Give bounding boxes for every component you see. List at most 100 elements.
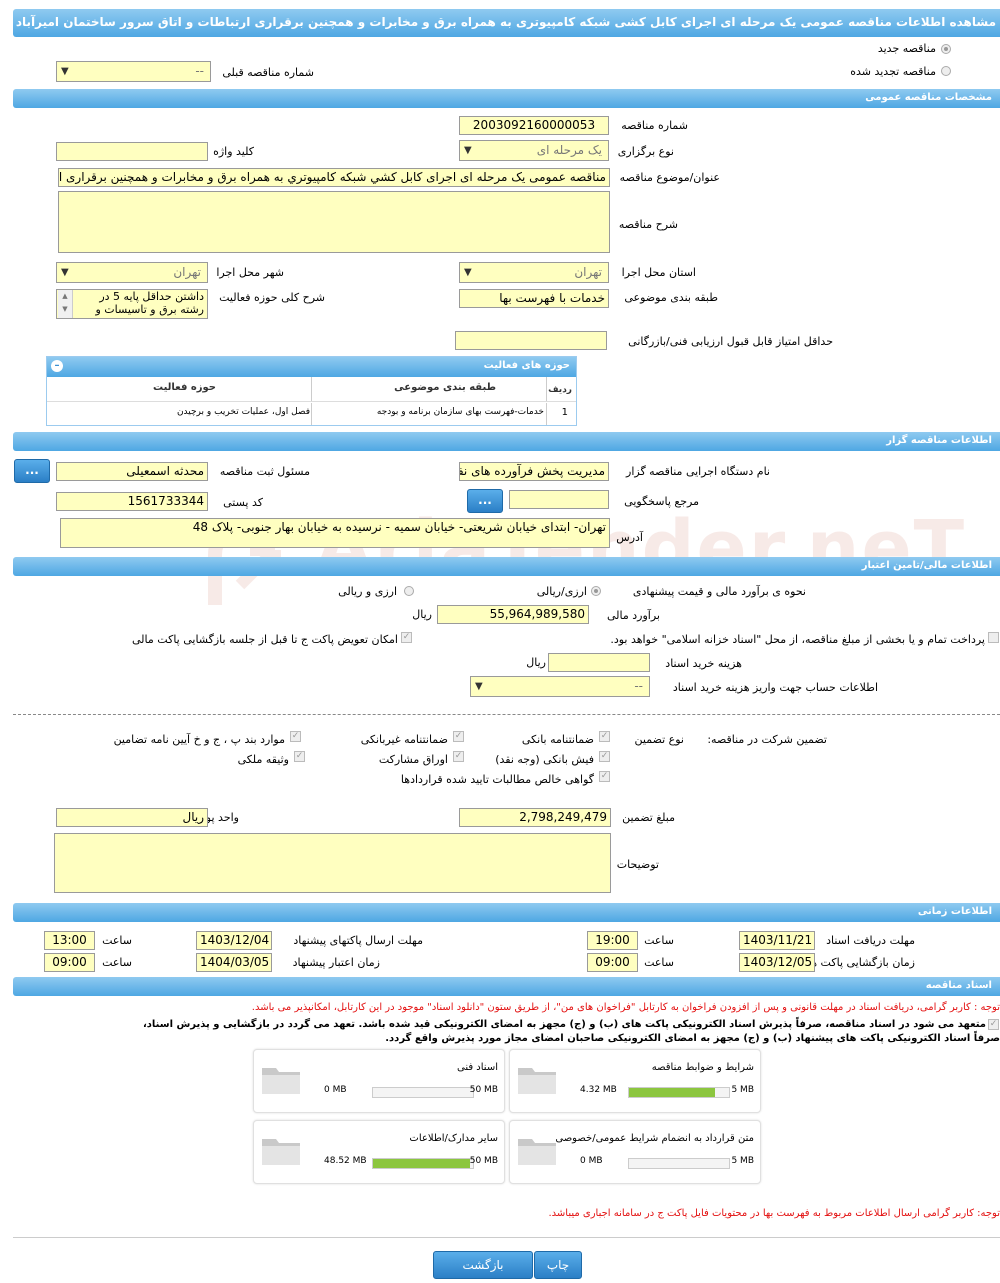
page-title: مشاهده اطلاعات مناقصه عمومی یک مرحله ای … [15, 15, 996, 29]
estimate-field: 55,964,989,580 [437, 605, 589, 624]
guarantee-label: تضمین شرکت در مناقصه: [707, 733, 827, 746]
postal-field: 1561733344 [56, 492, 208, 511]
commitment-checkbox[interactable]: ✓ [988, 1019, 999, 1030]
document-card-max: 50 MB [469, 1156, 498, 1166]
category-label: طبقه بندی موضوعی [624, 291, 718, 304]
validity-time-field: 09:00 [44, 953, 95, 972]
print-button[interactable]: چاپ [534, 1251, 582, 1279]
address-field: تهران- ابتدای خیابان شریعتی- خیابان سمیه… [60, 518, 610, 548]
province-select[interactable]: ▼ تهران [459, 262, 609, 283]
doc-cost-label: هزینه خرید اسناد [665, 657, 742, 670]
document-card[interactable]: سایر مدارک/اطلاعات 48.52 MB 50 MB [253, 1120, 505, 1184]
guarantee-option-clause: موارد بند پ ، ج و خ آیین نامه تضامین [113, 733, 285, 746]
registrar-more-button[interactable]: ... [14, 459, 50, 483]
currency-field: ریال [56, 808, 208, 827]
submit-time-field: 13:00 [44, 931, 95, 950]
postal-label: کد پستی [223, 496, 263, 509]
renewed-tender-label: مناقصه تجدید شده [850, 65, 936, 78]
document-card-max: 50 MB [469, 1085, 498, 1095]
prev-number-label: شماره مناقصه قبلی [222, 66, 314, 79]
reference-field[interactable] [509, 490, 609, 509]
subject-field[interactable]: مناقصه عمومی یک مرحله ای اجرای کابل کشي … [58, 168, 610, 187]
price-list-note: توجه: کاربر گرامی ارسال اطلاعات مربوط به… [548, 1208, 1000, 1219]
folder-icon [262, 1139, 300, 1165]
both-currency-radio[interactable] [404, 586, 414, 596]
new-tender-radio[interactable] [941, 44, 951, 54]
folder-icon [518, 1139, 556, 1165]
back-button[interactable]: بازگشت [433, 1251, 533, 1279]
guarantee-option-property: وثیقه ملکی [237, 753, 289, 766]
guarantee-bonds-checkbox[interactable]: ✓ [453, 751, 464, 762]
finance-section-header: اطلاعات مالی/تامین اعتبار [13, 557, 1000, 576]
commitment-text-2: صرفاً اسناد الکترونیکی پاکت های پیشنهاد … [385, 1033, 1000, 1044]
chevron-down-icon: ▼ [61, 267, 69, 278]
activity-desc-field[interactable]: داشتن حداقل پایه 5 در رشته برق و تاسیسات… [56, 289, 208, 319]
guarantee-amount-label: مبلغ تضمین [622, 811, 675, 824]
new-tender-label: مناقصه جدید [877, 42, 936, 55]
doc-cost-field [548, 653, 650, 672]
description-field[interactable] [58, 191, 610, 253]
registrar-field: محدثه اسمعیلی [56, 462, 208, 481]
document-card-progress [372, 1087, 474, 1098]
document-card-title: سایر مدارک/اطلاعات [409, 1133, 498, 1144]
col-field-header: حوزه فعالیت [153, 382, 216, 393]
agency-field: مدیریت پخش فرآورده های نفتی [459, 462, 609, 481]
timing-section-header: اطلاعات زمانی [13, 903, 1000, 922]
general-section-header: مشخصات مناقصه عمومی [13, 89, 1000, 108]
submit-date-field: 1403/12/04 [196, 931, 272, 950]
keyword-label: کلید واژه [213, 145, 254, 158]
chevron-down-icon: ▼ [475, 681, 483, 692]
renewed-tender-radio[interactable] [941, 66, 951, 76]
guarantee-option-claims: گواهی خالص مطالبات تایید شده قراردادها [400, 773, 594, 786]
address-label: آدرس [616, 531, 643, 544]
guarantee-cash-checkbox[interactable]: ✓ [599, 751, 610, 762]
document-card-progress [628, 1087, 730, 1098]
treasury-checkbox[interactable] [988, 632, 999, 643]
subject-label: عنوان/موضوع مناقصه [619, 171, 720, 184]
guarantee-amount-field: 2,798,249,479 [459, 808, 611, 827]
min-score-field[interactable] [455, 331, 607, 350]
tender-number-field: 2003092160000053 [459, 116, 609, 135]
col-row-header: ردیف [548, 385, 572, 395]
swap-checkbox[interactable]: ✓ [401, 632, 412, 643]
guarantee-option-nonbank: ضمانتنامه غیربانکی [360, 733, 448, 746]
description-label: شرح مناقصه [618, 218, 678, 231]
chevron-down-icon: ▼ [464, 145, 472, 156]
city-select[interactable]: ▼ تهران [56, 262, 208, 283]
guarantee-type-label: نوع تضمین [634, 733, 684, 746]
guarantee-claims-checkbox[interactable]: ✓ [599, 771, 610, 782]
chevron-down-icon: ▼ [464, 267, 472, 278]
document-card[interactable]: متن قرارداد به انضمام شرایط عمومی/خصوصی 0… [509, 1120, 761, 1184]
guarantee-option-bank: ضمانتنامه بانکی [521, 733, 594, 746]
document-card[interactable]: شرایط و ضوابط مناقصه 4.32 MB 5 MB [509, 1049, 761, 1113]
scrollbar[interactable]: ▲ ▼ [58, 290, 73, 318]
guarantee-clause-checkbox[interactable]: ✓ [290, 731, 301, 742]
currency-rial-label: ارزی/ریالی [536, 585, 587, 598]
holding-type-select[interactable]: ▼ یک مرحله ای [459, 140, 609, 161]
divider [13, 714, 1000, 715]
document-card-max: 5 MB [731, 1085, 754, 1095]
open-date-field: 1403/12/05 [739, 953, 815, 972]
estimate-label: برآورد مالی [607, 609, 660, 622]
guarantee-property-checkbox[interactable]: ✓ [294, 751, 305, 762]
open-time-field: 09:00 [587, 953, 638, 972]
currency-rial-radio[interactable] [591, 586, 601, 596]
collapse-icon[interactable]: – [51, 360, 63, 372]
prev-number-select[interactable]: ▼ -- [56, 61, 211, 82]
swap-text: امکان تعویض پاکت ج تا قبل از جلسه بازگشا… [132, 633, 398, 646]
reference-more-button[interactable]: ... [467, 489, 503, 513]
doc-cost-unit: ریال [526, 656, 546, 669]
guarantee-bank-checkbox[interactable]: ✓ [599, 731, 610, 742]
account-select[interactable]: ▼ -- [470, 676, 650, 697]
min-score-label: حداقل امتیاز قابل قبول ارزیابی فنی/بازرگ… [628, 335, 833, 348]
guarantee-nonbank-checkbox[interactable]: ✓ [453, 731, 464, 742]
province-label: استان محل اجرا [621, 266, 696, 279]
treasury-text: پرداخت تمام و یا بخشی از مبلغ مناقصه، از… [610, 633, 985, 646]
city-label: شهر محل اجرا [216, 266, 284, 279]
document-card-current: 4.32 MB [580, 1085, 617, 1095]
document-card-current: 48.52 MB [324, 1156, 367, 1166]
document-card[interactable]: اسناد فنی 0 MB 50 MB [253, 1049, 505, 1113]
validity-time-label: ساعت [102, 956, 132, 969]
keyword-field[interactable] [56, 142, 208, 161]
notes-field[interactable] [54, 833, 611, 893]
